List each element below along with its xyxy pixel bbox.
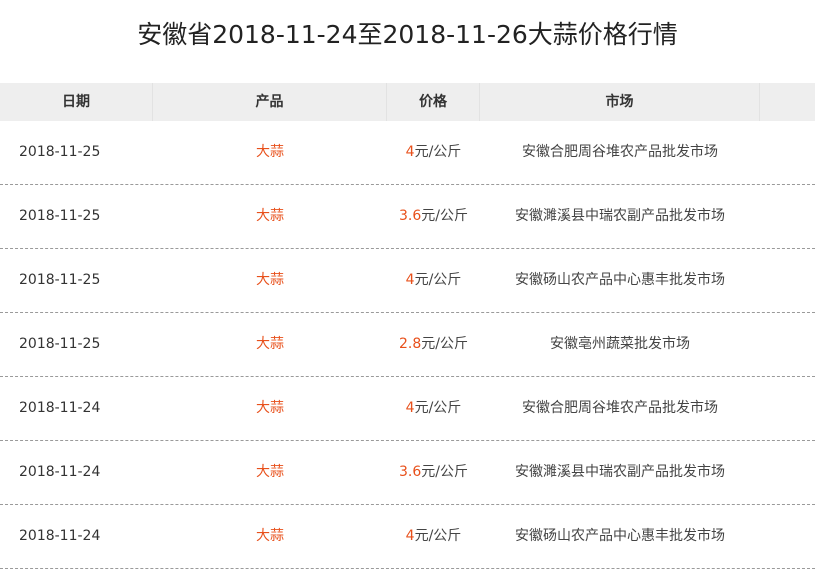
row-blank xyxy=(760,313,815,376)
table-row: 2018-11-25 大蒜 2.8元/公斤 安徽亳州蔬菜批发市场 xyxy=(0,313,815,377)
row-market[interactable]: 安徽合肥周谷堆农产品批发市场 xyxy=(480,377,760,440)
table-row: 2018-11-24 大蒜 4元/公斤 安徽合肥周谷堆农产品批发市场 xyxy=(0,377,815,441)
table-row: 2018-11-24 大蒜 3.6元/公斤 安徽濉溪县中瑞农副产品批发市场 xyxy=(0,441,815,505)
row-product[interactable]: 大蒜 xyxy=(153,249,387,312)
row-blank xyxy=(760,121,815,184)
table-header: 日期 产品 价格 市场 xyxy=(0,83,815,121)
price-table: 日期 产品 价格 市场 2018-11-25 大蒜 4元/公斤 安徽合肥周谷堆农… xyxy=(0,83,815,569)
row-date: 2018-11-25 xyxy=(19,208,101,224)
price-value: 4 xyxy=(405,144,415,160)
column-header-product: 产品 xyxy=(153,83,387,121)
row-market[interactable]: 安徽砀山农产品中心惠丰批发市场 xyxy=(480,505,760,568)
row-date: 2018-11-24 xyxy=(19,528,101,544)
row-price: 4元/公斤 xyxy=(387,377,480,440)
price-unit: 元/公斤 xyxy=(421,464,468,480)
row-date: 2018-11-25 xyxy=(19,336,101,352)
row-product[interactable]: 大蒜 xyxy=(153,313,387,376)
price-value: 3.6 xyxy=(399,208,422,224)
row-market[interactable]: 安徽濉溪县中瑞农副产品批发市场 xyxy=(480,185,760,248)
row-product[interactable]: 大蒜 xyxy=(153,441,387,504)
table-row: 2018-11-25 大蒜 4元/公斤 安徽砀山农产品中心惠丰批发市场 xyxy=(0,249,815,313)
row-price: 4元/公斤 xyxy=(387,505,480,568)
price-unit: 元/公斤 xyxy=(421,336,468,352)
row-market[interactable]: 安徽合肥周谷堆农产品批发市场 xyxy=(480,121,760,184)
row-date: 2018-11-25 xyxy=(19,144,101,160)
row-price: 2.8元/公斤 xyxy=(387,313,480,376)
row-price: 4元/公斤 xyxy=(387,121,480,184)
table-body: 2018-11-25 大蒜 4元/公斤 安徽合肥周谷堆农产品批发市场 2018-… xyxy=(0,121,815,569)
price-unit: 元/公斤 xyxy=(421,208,468,224)
row-blank xyxy=(760,249,815,312)
row-blank xyxy=(760,377,815,440)
page-title: 安徽省2018-11-24至2018-11-26大蒜价格行情 xyxy=(137,20,678,49)
price-unit: 元/公斤 xyxy=(414,144,462,160)
price-value: 4 xyxy=(405,528,415,544)
row-product[interactable]: 大蒜 xyxy=(153,121,387,184)
row-price: 3.6元/公斤 xyxy=(387,185,480,248)
row-blank xyxy=(760,505,815,568)
row-blank xyxy=(760,441,815,504)
price-unit: 元/公斤 xyxy=(414,400,462,416)
table-row: 2018-11-25 大蒜 4元/公斤 安徽合肥周谷堆农产品批发市场 xyxy=(0,121,815,185)
row-product[interactable]: 大蒜 xyxy=(153,185,387,248)
row-date: 2018-11-25 xyxy=(19,272,101,288)
row-market[interactable]: 安徽砀山农产品中心惠丰批发市场 xyxy=(480,249,760,312)
row-product[interactable]: 大蒜 xyxy=(153,377,387,440)
row-product[interactable]: 大蒜 xyxy=(153,505,387,568)
row-date: 2018-11-24 xyxy=(19,464,101,480)
price-unit: 元/公斤 xyxy=(414,272,462,288)
price-value: 3.6 xyxy=(399,464,422,480)
price-unit: 元/公斤 xyxy=(414,528,462,544)
table-row: 2018-11-25 大蒜 3.6元/公斤 安徽濉溪县中瑞农副产品批发市场 xyxy=(0,185,815,249)
row-price: 4元/公斤 xyxy=(387,249,480,312)
row-market[interactable]: 安徽亳州蔬菜批发市场 xyxy=(480,313,760,376)
row-date: 2018-11-24 xyxy=(19,400,101,416)
column-header-price: 价格 xyxy=(387,83,480,121)
row-market[interactable]: 安徽濉溪县中瑞农副产品批发市场 xyxy=(480,441,760,504)
column-header-blank xyxy=(760,83,815,121)
price-value: 4 xyxy=(405,400,415,416)
price-value: 4 xyxy=(405,272,415,288)
table-row: 2018-11-24 大蒜 4元/公斤 安徽砀山农产品中心惠丰批发市场 xyxy=(0,505,815,569)
row-blank xyxy=(760,185,815,248)
column-header-market: 市场 xyxy=(480,83,760,121)
column-header-date: 日期 xyxy=(0,83,153,121)
row-price: 3.6元/公斤 xyxy=(387,441,480,504)
price-value: 2.8 xyxy=(399,336,422,352)
